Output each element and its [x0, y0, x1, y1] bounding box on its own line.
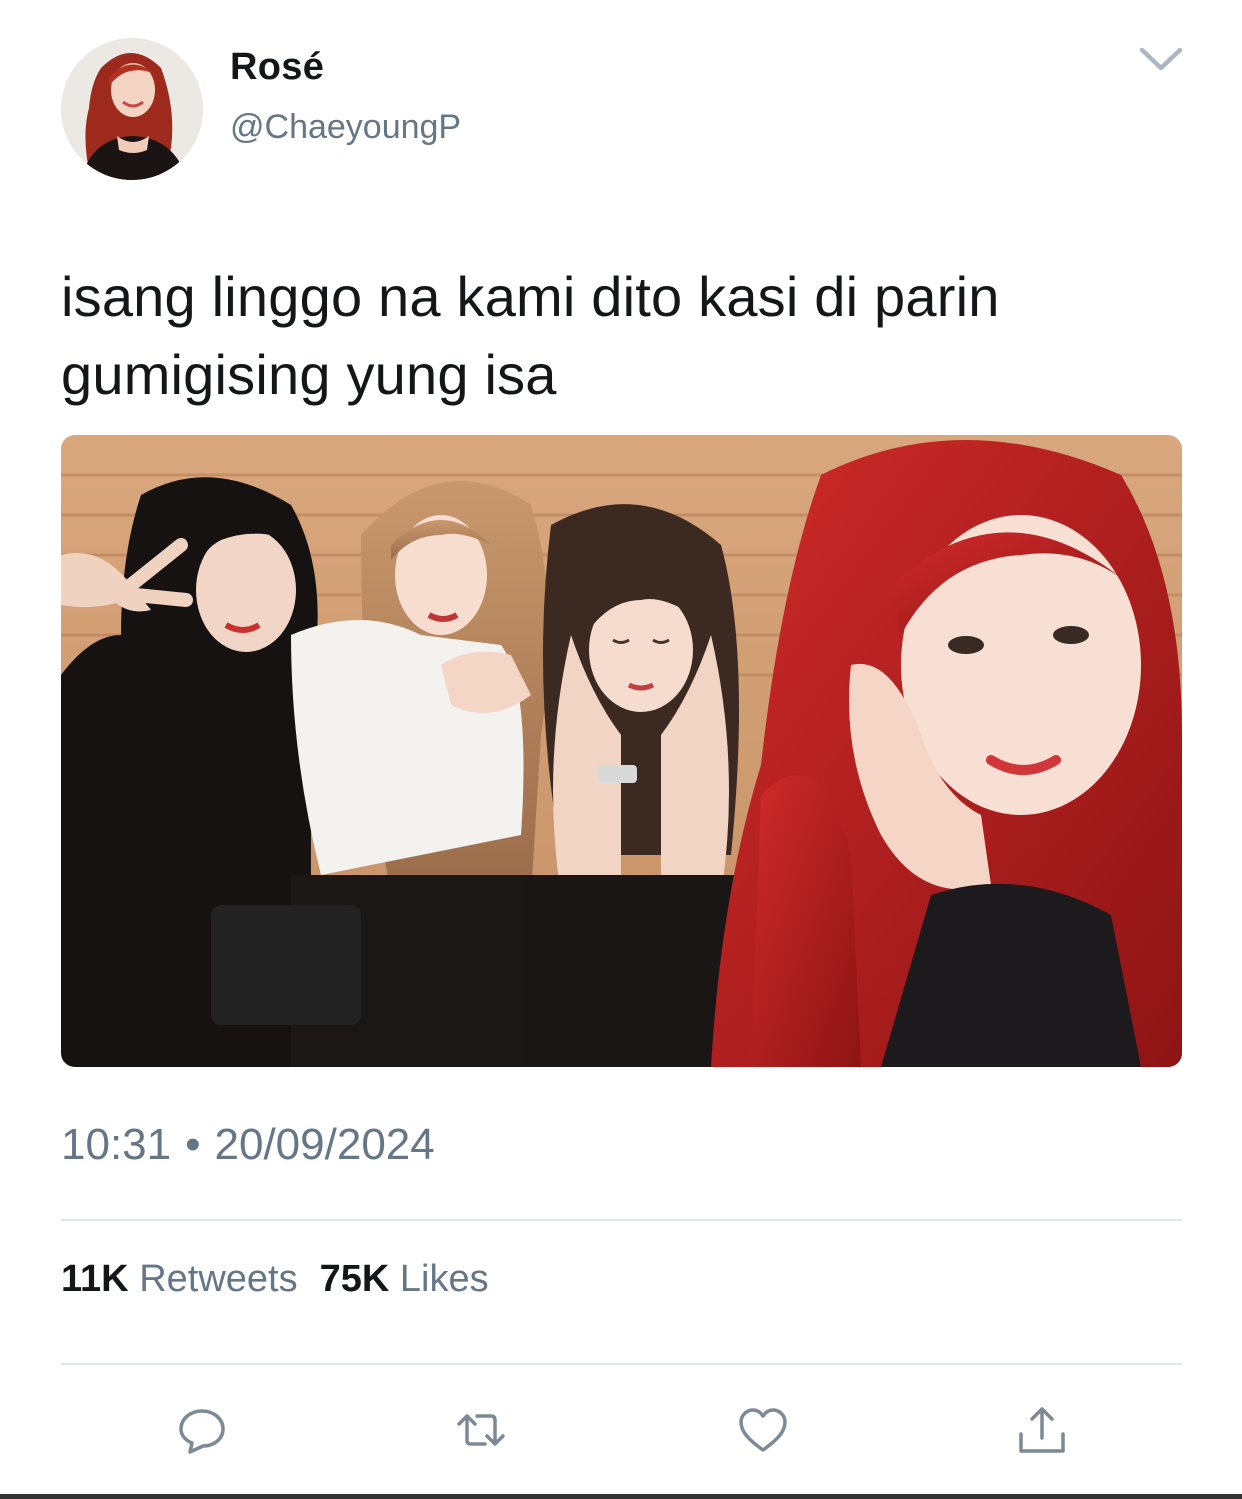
tweet-text-line: isang linggo na kami dito kasi di parin: [61, 265, 1000, 328]
tweet-photo[interactable]: [61, 435, 1182, 1067]
tweet-text: isang linggo na kami dito kasi di parin …: [61, 258, 1181, 414]
retweets-count: 11K: [61, 1258, 129, 1300]
like-icon[interactable]: [737, 1404, 789, 1456]
likes-stat[interactable]: 75K Likes: [320, 1258, 489, 1300]
timestamp[interactable]: 10:31 • 20/09/2024: [61, 1120, 435, 1170]
avatar[interactable]: [61, 38, 203, 180]
retweet-icon[interactable]: [455, 1404, 507, 1456]
tweet-text-line: gumigising yung isa: [61, 343, 557, 406]
group-photo: [61, 435, 1182, 1067]
divider: [61, 1363, 1182, 1365]
chevron-down-icon[interactable]: [1138, 44, 1184, 74]
display-name[interactable]: Rosé: [230, 46, 324, 89]
handle[interactable]: @ChaeyoungP: [230, 108, 461, 147]
reply-icon[interactable]: [176, 1404, 228, 1456]
tweet-stats: 11K Retweets 75K Likes: [61, 1258, 489, 1301]
bottom-edge: [0, 1494, 1242, 1499]
retweets-stat[interactable]: 11K Retweets: [61, 1258, 298, 1300]
tweet-card: Rosé @ChaeyoungP isang linggo na kami di…: [0, 0, 1242, 1499]
avatar-image: [61, 38, 203, 180]
likes-count: 75K: [319, 1258, 390, 1300]
share-icon[interactable]: [1016, 1404, 1068, 1456]
tweet-time: 10:31: [61, 1120, 172, 1169]
retweets-label: Retweets: [139, 1258, 298, 1300]
likes-label: Likes: [399, 1258, 489, 1300]
divider: [61, 1219, 1182, 1221]
tweet-date: 20/09/2024: [214, 1120, 435, 1169]
separator-dot: •: [185, 1120, 201, 1169]
